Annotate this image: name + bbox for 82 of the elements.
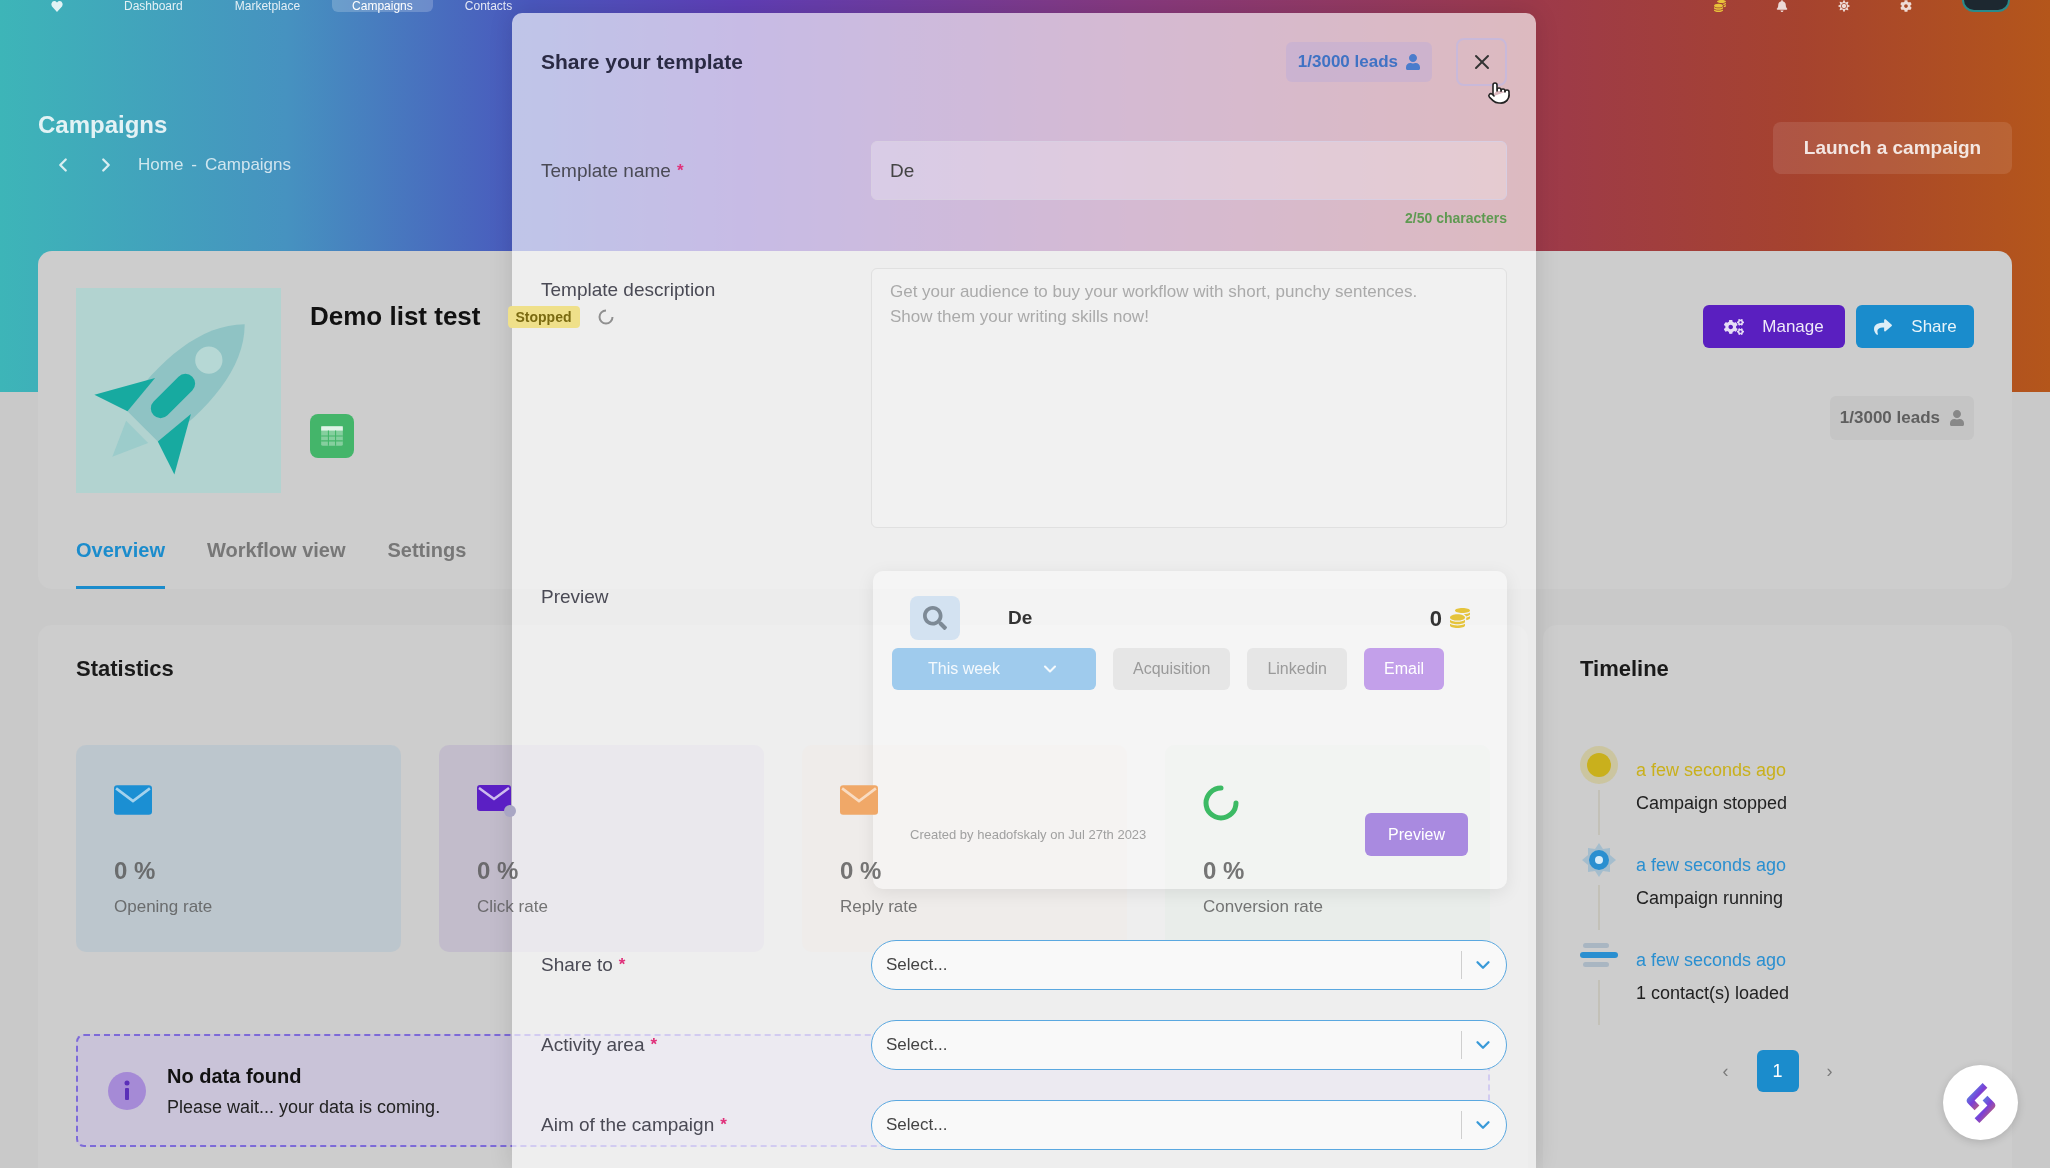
gears-icon (1724, 317, 1745, 336)
stat-value: 0 % (1203, 856, 1245, 886)
close-button[interactable] (1456, 38, 1507, 86)
field-label: Activity area (541, 1033, 645, 1057)
info-icon (108, 1071, 146, 1110)
period-dropdown[interactable]: This week (892, 648, 1096, 690)
created-by-text: Created by headofskaly on Jul 27th 2023 (910, 825, 1147, 844)
event-time: a few seconds ago (1636, 759, 1787, 782)
page-button[interactable]: 1 (1756, 1050, 1799, 1092)
category-tag: Linkedin (1247, 648, 1347, 690)
nav-item[interactable]: Contacts (444, 0, 533, 12)
breadcrumb-link[interactable]: Home (138, 152, 184, 178)
section-title: Timeline (1580, 655, 1669, 683)
stat-label: Opening rate (114, 896, 213, 918)
stat-value: 0 % (477, 856, 519, 886)
modal-title: Share your template (541, 49, 743, 76)
breadcrumb-current: Campaigns (205, 154, 292, 177)
category-tag: Acquisition (1113, 648, 1231, 690)
logo-icon (1964, 1082, 1997, 1123)
next-page-button[interactable]: › (1826, 1057, 1833, 1085)
section-title: Statistics (76, 655, 174, 683)
alert-message: Please wait... your data is coming. (167, 1095, 441, 1119)
leads-count: 1/3000 leads (1297, 51, 1398, 74)
alert-title: No data found (167, 1063, 303, 1089)
status-badge: Stopped (507, 305, 580, 328)
stat-label: Conversion rate (1203, 896, 1323, 918)
event-text: Campaign stopped (1636, 792, 1788, 815)
stat-label: Reply rate (840, 896, 918, 918)
bell-icon[interactable] (1776, 0, 1788, 12)
required-mark: * (618, 955, 626, 975)
search-icon (910, 596, 960, 640)
event-time: a few seconds ago (1636, 854, 1787, 877)
user-icon (1950, 410, 1964, 426)
nav-item[interactable]: Marketplace (214, 0, 321, 12)
manage-button[interactable]: Manage (1703, 305, 1845, 348)
field-label: Aim of the campaign (541, 1113, 715, 1137)
breadcrumb-separator: - (191, 154, 198, 177)
nav-item[interactable]: Campaigns (332, 0, 433, 12)
input-field[interactable]: De (871, 141, 1507, 200)
required-mark: * (650, 1035, 658, 1055)
tab[interactable]: Settings (387, 537, 467, 589)
select-field[interactable]: Select... (871, 1100, 1507, 1150)
textarea-field[interactable]: Get your audience to buy your workflow with short, punchy sentences. Show them your writing skills now! (871, 268, 1507, 528)
field-label: Preview (541, 585, 609, 609)
page-title: Campaigns (38, 110, 169, 140)
required-mark: * (676, 160, 684, 181)
leads-count: 1/3000 leads (1839, 407, 1940, 430)
select-field[interactable]: Select... (871, 1020, 1507, 1070)
previous-page-button[interactable]: ‹ (1722, 1057, 1729, 1085)
nav-item[interactable]: Dashboard (104, 0, 203, 12)
stat-value: 0 % (840, 856, 882, 886)
price-text: 0 (1429, 604, 1442, 633)
field-label: Template name (541, 158, 671, 183)
settings-icon[interactable] (1900, 0, 1912, 12)
event-text: Campaign running (1636, 887, 1784, 910)
coins-icon (1450, 608, 1470, 628)
template-title: De (1008, 605, 1033, 630)
share-icon (1873, 317, 1894, 336)
tab[interactable]: Workflow view (206, 537, 346, 589)
logo-icon[interactable] (50, 0, 64, 12)
stat-value: 0 % (114, 856, 156, 886)
share-button[interactable]: Share (1856, 305, 1974, 348)
campaign-title: Demo list test (310, 300, 481, 333)
launch-campaign-button[interactable]: Launch a campaign (1773, 122, 2012, 174)
hand-cursor-icon (1487, 80, 1511, 106)
field-label: Share to (541, 953, 613, 977)
sun-icon[interactable] (1838, 0, 1850, 12)
field-label: Template description (541, 278, 716, 302)
user-icon (1406, 54, 1420, 70)
spinner-icon (597, 308, 614, 325)
select-field[interactable]: Select... (871, 940, 1507, 990)
required-mark: * (720, 1115, 727, 1135)
avatar[interactable] (1962, 0, 2010, 12)
preview-button[interactable]: Preview (1365, 813, 1468, 856)
tab[interactable]: Overview (76, 537, 165, 589)
coins-icon[interactable] (1714, 0, 1726, 12)
event-text: 1 contact(s) loaded (1636, 982, 1790, 1005)
category-tag: Email (1364, 648, 1444, 690)
character-counter: 2/50 characters (1405, 209, 1507, 227)
event-time: a few seconds ago (1636, 949, 1787, 972)
spreadsheet-icon[interactable] (310, 414, 354, 458)
stat-label: Click rate (477, 896, 548, 918)
